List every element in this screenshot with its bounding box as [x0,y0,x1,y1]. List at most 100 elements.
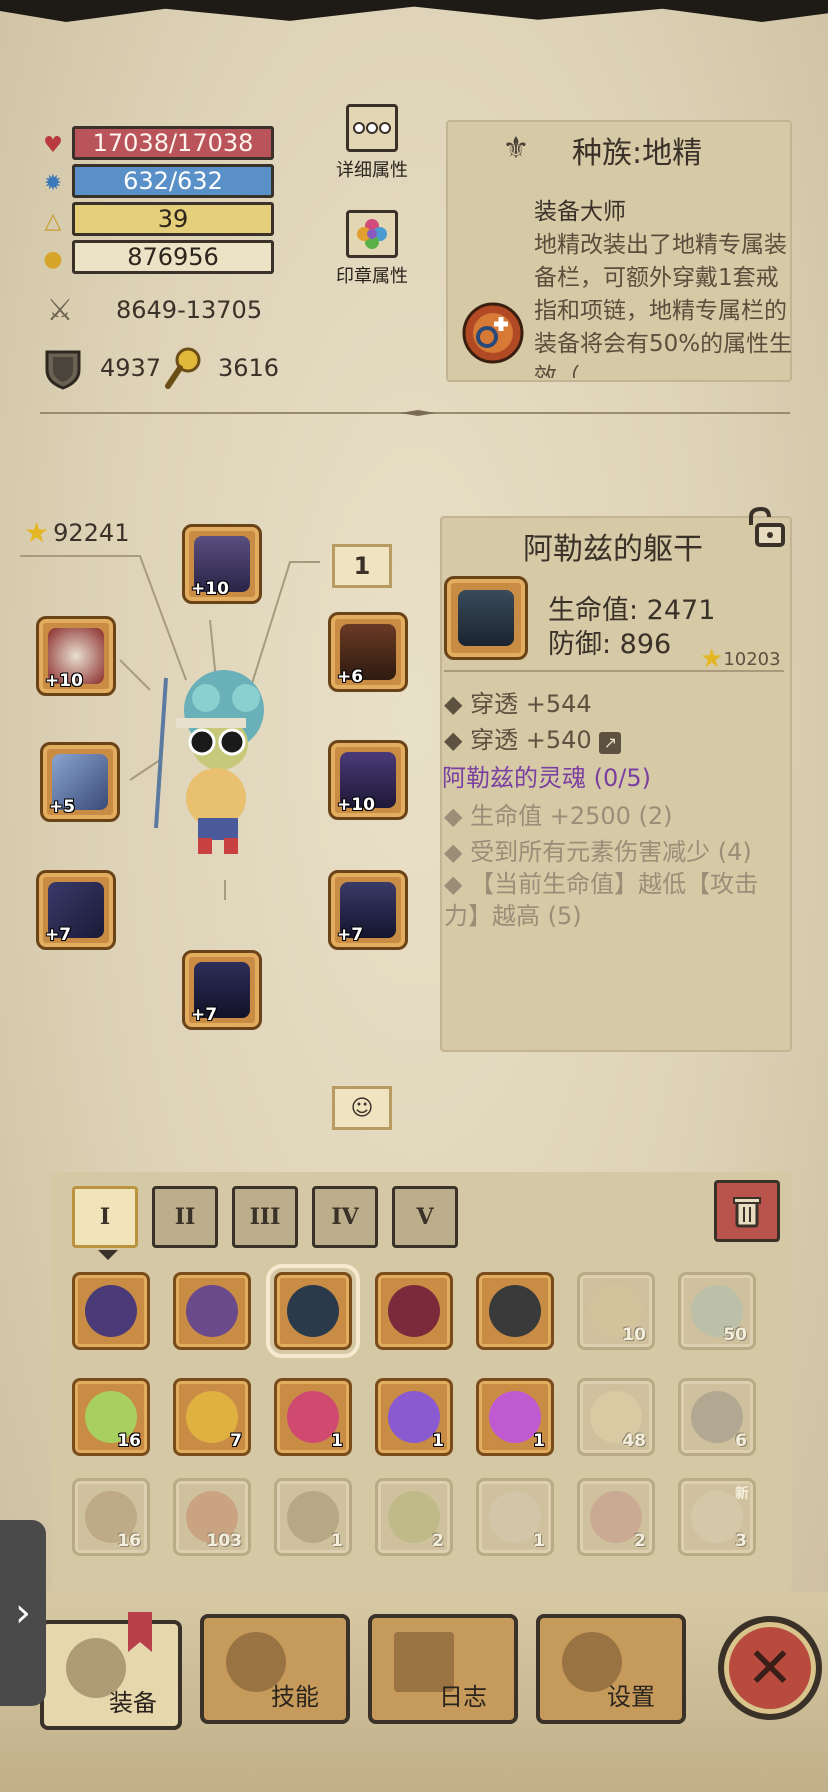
inventory-slot[interactable]: 1 [274,1478,352,1556]
close-button[interactable]: ✕ [718,1616,822,1720]
upgrade-level: +5 [49,797,76,817]
set-bonus-line: ◆ 受到所有元素伤害减少 (4) [444,838,752,866]
inventory-slot[interactable]: 48 [577,1378,655,1456]
set-tag-button[interactable]: 1 [332,544,392,588]
inventory-slot[interactable]: 1 [375,1378,453,1456]
inventory-slot[interactable] [72,1272,150,1350]
inventory-slot[interactable]: 1 [274,1378,352,1456]
dots-icon [346,104,398,152]
close-icon: ✕ [746,1635,794,1701]
mp-bar: 632/632 [72,164,274,198]
luck-lamp-icon [162,346,204,390]
detail-attributes-button[interactable]: 详细属性 [324,104,420,182]
inventory-slot[interactable]: 50 [678,1272,756,1350]
item-stat-line: ◆ 穿透 +540 ↗ [444,720,622,755]
item-stat-text: 穿透 +544 [470,690,592,718]
item-stat-text: 穿透 +540 [470,726,592,754]
seal-attributes-label: 印章属性 [336,266,408,287]
luck-value: 3616 [218,354,280,382]
inventory-slot[interactable] [476,1272,554,1350]
inventory-slot[interactable]: 7 [173,1378,251,1456]
hp-row: ♥ [38,127,68,163]
item-count: 1 [331,1431,343,1451]
bracer-slot[interactable]: +7 [36,870,116,950]
race-emblem-icon: ⚜ [502,130,530,166]
set-bonus-text: 【当前生命值】越低【攻击力】越高 (5) [444,870,759,930]
trash-button[interactable] [714,1180,780,1242]
weapon-slot[interactable]: +5 [40,742,120,822]
demon-armor-icon [388,1285,440,1337]
arrow-boost-icon: ↗ [599,732,622,754]
active-tab-pointer [98,1250,118,1260]
set-bonus-line: ◆ 【当前生命值】越低【攻击力】越高 (5) [444,870,759,930]
set-name: 阿勒兹的灵魂 (0/5) [442,764,651,792]
upgrade-level: +7 [337,925,364,945]
side-expand-tab[interactable]: › [0,1520,46,1706]
tier-tab-1[interactable]: I [72,1186,138,1248]
hp-bar: 17038/17038 [72,126,274,160]
inventory-slot[interactable]: 16 [72,1378,150,1456]
seal-attributes-button[interactable]: 印章属性 [324,210,420,288]
nav-equip-button[interactable]: 装备 [40,1620,182,1730]
upgrade-level: +7 [45,925,72,945]
item-count: 2 [432,1531,444,1551]
gold-row: ● [38,241,68,277]
upgrade-level: +10 [337,795,375,815]
shoulder-slot[interactable]: +6 [328,612,408,692]
legs-slot[interactable]: +7 [182,950,262,1030]
item-count: 16 [117,1531,141,1551]
item-count: 1 [533,1431,545,1451]
helmet-icon [85,1285,137,1337]
torso-armor-icon [458,590,514,646]
tier-tab-3[interactable]: III [232,1186,298,1248]
inventory-slot[interactable] [173,1272,251,1350]
trash-icon [733,1197,761,1228]
level-triangle-icon: △ [44,208,62,234]
tier-tab-4[interactable]: IV [312,1186,378,1248]
inventory-slot[interactable]: 2 [577,1478,655,1556]
inventory-slot[interactable]: 10 [577,1272,655,1350]
inventory-slot[interactable]: 2 [375,1478,453,1556]
race-skill-icon[interactable] [460,300,526,366]
item-count: 7 [230,1431,242,1451]
inventory-slot[interactable]: 1 [476,1378,554,1456]
inventory-slot[interactable]: 16 [72,1478,150,1556]
item-count: 1 [432,1431,444,1451]
goblin-face-button[interactable]: ☺ [332,1086,392,1130]
item-count: 16 [117,1431,141,1451]
gloves-slot[interactable]: +10 [328,740,408,820]
torso-armor-icon [287,1285,339,1337]
nav-equip-label: 装备 [109,1689,157,1717]
helmet-slot[interactable]: +10 [182,524,262,604]
belt-slot[interactable]: +7 [328,870,408,950]
upgrade-level: +6 [337,667,364,687]
mp-row: ✹ [38,165,68,201]
set-bonus-text: 生命值 +2500 (2) [470,802,673,830]
nav-settings-button[interactable]: 设置 [536,1614,686,1724]
inventory-slot[interactable]: 1 [476,1478,554,1556]
upgrade-level: +10 [45,671,83,691]
inventory-slot[interactable] [375,1272,453,1350]
item-stat-line: ◆ 穿透 +544 [444,690,592,718]
set-bonus-line: ◆ 生命值 +2500 (2) [444,802,673,830]
set-bonus-text: 受到所有元素伤害减少 (4) [470,838,752,866]
nav-skills-button[interactable]: 技能 [200,1614,350,1724]
gauntlet-icon [489,1285,541,1337]
race-title: 种族:地精 [572,136,703,171]
upgrade-level: +10 [191,579,229,599]
shield-icon [42,348,84,390]
goblin-face-icon: ☺ [350,1095,374,1121]
nav-log-label: 日志 [439,1683,487,1711]
attack-value: 8649-13705 [116,296,263,324]
inventory-slot[interactable]: 103 [173,1478,251,1556]
tier-tab-2[interactable]: II [152,1186,218,1248]
level-bar: 39 [72,202,274,236]
nav-log-button[interactable]: 日志 [368,1614,518,1724]
amulet-slot[interactable]: +10 [36,616,116,696]
gold-coins-icon: ● [43,246,63,272]
inventory-slot[interactable]: 6 [678,1378,756,1456]
detail-attributes-label: 详细属性 [336,160,408,181]
tier-tab-5[interactable]: V [392,1186,458,1248]
inventory-slot[interactable]: 3新 [678,1478,756,1556]
inventory-slot[interactable] [266,1264,360,1358]
